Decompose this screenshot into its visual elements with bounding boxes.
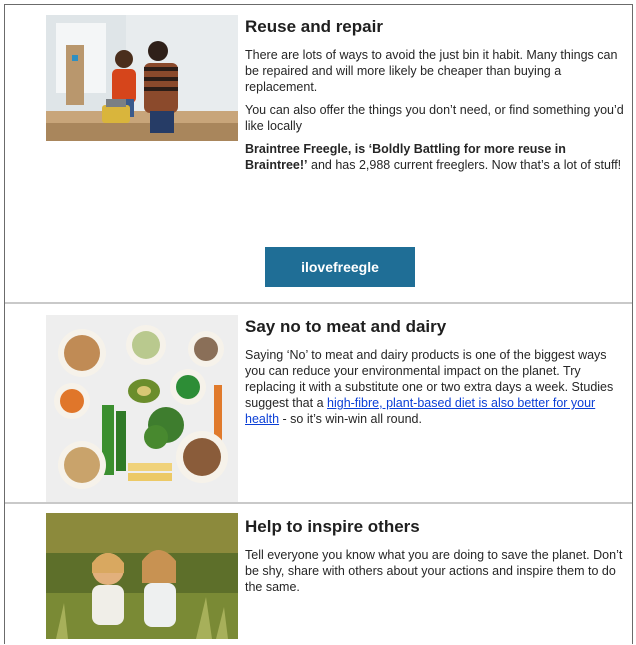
section-title: Say no to meat and dairy <box>245 317 447 336</box>
family-repair-photo <box>46 15 238 141</box>
children-in-meadow-photo-svg <box>46 513 238 639</box>
plant-food-bowls-photo-svg <box>46 315 238 503</box>
section-divider <box>5 502 632 504</box>
freegle-stats-text: and has 2,988 current freeglers. Now tha… <box>307 158 622 172</box>
ilovefreegle-button[interactable]: ilovefreegle <box>265 247 415 287</box>
section-title: Help to inspire others <box>245 517 420 536</box>
plant-food-bowls-photo <box>46 315 238 503</box>
inspire-others-text: Help to inspire others Tell everyone you… <box>245 517 625 595</box>
children-in-meadow-photo <box>46 513 238 639</box>
section-divider <box>5 302 632 304</box>
freegle-paragraph: Braintree Freegle, is ‘Boldly Battling f… <box>245 141 625 173</box>
inspire-others-section: Help to inspire others Tell everyone you… <box>5 505 632 645</box>
meat-dairy-text: Say no to meat and dairy Saying ‘No’ to … <box>245 317 625 427</box>
meat-dairy-section: Say no to meat and dairy Saying ‘No’ to … <box>5 305 632 505</box>
inspire-paragraph: Tell everyone you know what you are doin… <box>245 548 623 594</box>
reuse-paragraph-1: There are lots of ways to avoid the just… <box>245 48 618 94</box>
reuse-repair-section: Reuse and repair There are lots of ways … <box>5 5 632 305</box>
family-repair-photo-svg <box>46 15 238 141</box>
meat-dairy-paragraph: Saying ‘No’ to meat and dairy products i… <box>245 347 625 427</box>
reuse-paragraph-2: You can also offer the things you don’t … <box>245 103 624 133</box>
reuse-repair-text: Reuse and repair There are lots of ways … <box>245 17 625 173</box>
newsletter-frame: Reuse and repair There are lots of ways … <box>4 4 633 644</box>
section-title: Reuse and repair <box>245 17 383 36</box>
meat-dairy-text-after-link: - so it’s win-win all round. <box>279 412 422 426</box>
